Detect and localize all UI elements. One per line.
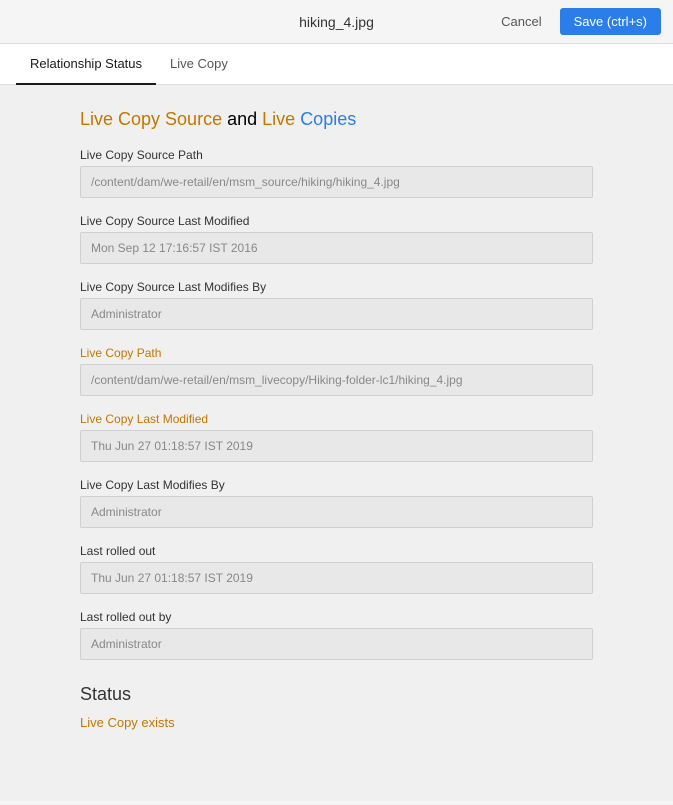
field-live-copy-last-modified: Live Copy Last Modified Thu Jun 27 01:18… xyxy=(80,412,593,462)
heading-live: Live xyxy=(262,109,295,129)
field-last-rolled-out: Last rolled out Thu Jun 27 01:18:57 IST … xyxy=(80,544,593,594)
field-value-live-copy-path: /content/dam/we-retail/en/msm_livecopy/H… xyxy=(80,364,593,396)
field-last-rolled-out-by: Last rolled out by Administrator xyxy=(80,610,593,660)
header-bar: hiking_4.jpg Cancel Save (ctrl+s) xyxy=(0,0,673,44)
field-value-source-path: /content/dam/we-retail/en/msm_source/hik… xyxy=(80,166,593,198)
field-live-copy-source-last-modifies-by: Live Copy Source Last Modifies By Admini… xyxy=(80,280,593,330)
heading-part1: Live Copy Source xyxy=(80,109,222,129)
save-shortcut: (ctrl+s) xyxy=(607,14,647,29)
heading-copies: Copies xyxy=(300,109,356,129)
cancel-button[interactable]: Cancel xyxy=(491,8,551,35)
field-live-copy-source-last-modified: Live Copy Source Last Modified Mon Sep 1… xyxy=(80,214,593,264)
field-label-last-rolled-out-by: Last rolled out by xyxy=(80,610,593,624)
field-live-copy-path: Live Copy Path /content/dam/we-retail/en… xyxy=(80,346,593,396)
field-label-source-last-modifies-by: Live Copy Source Last Modifies By xyxy=(80,280,593,294)
status-section: Status Live Copy exists xyxy=(80,684,593,730)
field-value-live-copy-last-modifies-by: Administrator xyxy=(80,496,593,528)
tabs-bar: Relationship Status Live Copy xyxy=(0,44,673,85)
field-label-last-rolled-out: Last rolled out xyxy=(80,544,593,558)
live-copy-exists-label: Live Copy exists xyxy=(80,715,593,730)
field-value-source-last-modifies-by: Administrator xyxy=(80,298,593,330)
field-value-last-rolled-out: Thu Jun 27 01:18:57 IST 2019 xyxy=(80,562,593,594)
field-label-live-copy-last-modifies-by: Live Copy Last Modifies By xyxy=(80,478,593,492)
field-label-live-copy-path: Live Copy Path xyxy=(80,346,593,360)
page-title: hiking_4.jpg xyxy=(299,14,374,30)
save-label: Save xyxy=(574,14,604,29)
save-button[interactable]: Save (ctrl+s) xyxy=(560,8,661,35)
field-live-copy-source-path: Live Copy Source Path /content/dam/we-re… xyxy=(80,148,593,198)
field-value-source-last-modified: Mon Sep 12 17:16:57 IST 2016 xyxy=(80,232,593,264)
field-value-live-copy-last-modified: Thu Jun 27 01:18:57 IST 2019 xyxy=(80,430,593,462)
section-heading: Live Copy Source and Live Copies xyxy=(80,109,593,130)
field-live-copy-last-modifies-by: Live Copy Last Modifies By Administrator xyxy=(80,478,593,528)
main-content: Live Copy Source and Live Copies Live Co… xyxy=(0,85,673,801)
tab-live-copy[interactable]: Live Copy xyxy=(156,44,242,85)
field-value-last-rolled-out-by: Administrator xyxy=(80,628,593,660)
field-label-source-last-modified: Live Copy Source Last Modified xyxy=(80,214,593,228)
field-label-source-path: Live Copy Source Path xyxy=(80,148,593,162)
status-title: Status xyxy=(80,684,593,705)
tab-relationship-status[interactable]: Relationship Status xyxy=(16,44,156,85)
field-label-live-copy-last-modified: Live Copy Last Modified xyxy=(80,412,593,426)
